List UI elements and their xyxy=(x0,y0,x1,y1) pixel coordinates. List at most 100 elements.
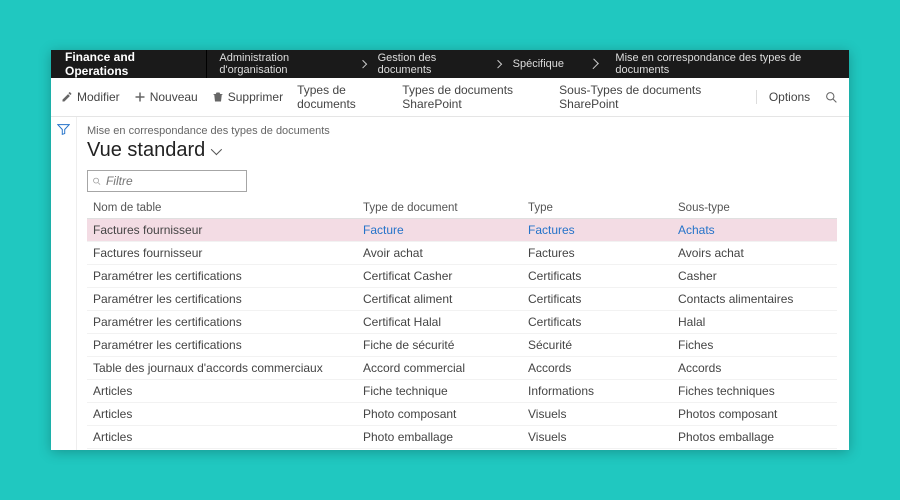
filter-input-wrapper[interactable] xyxy=(87,170,247,192)
table-row[interactable]: Paramétrer les certificationsCertificat … xyxy=(87,265,837,288)
cell[interactable]: Accords xyxy=(672,357,837,380)
cell[interactable]: Documents de bord xyxy=(522,449,672,451)
cell[interactable]: Certificats xyxy=(522,288,672,311)
cell[interactable]: Fiches techniques xyxy=(672,380,837,403)
delete-label: Supprimer xyxy=(228,90,283,104)
col-header[interactable]: Type de document xyxy=(357,198,522,219)
action-toolbar: Modifier Nouveau Supprimer Types de docu… xyxy=(51,78,849,117)
pencil-icon xyxy=(61,91,73,103)
subtypes-sp-button[interactable]: Sous-Types de documents SharePoint xyxy=(559,83,728,111)
table-row[interactable]: Paramétrer les certificationsCertificat … xyxy=(87,311,837,334)
cell[interactable]: Articles xyxy=(87,426,357,449)
grid-body: Factures fournisseurFactureFacturesAchat… xyxy=(87,219,837,451)
table-row[interactable]: ArticlesFiche techniqueInformationsFiche… xyxy=(87,380,837,403)
cell[interactable]: Articles xyxy=(87,403,357,426)
edit-button[interactable]: Modifier xyxy=(61,90,120,104)
cell[interactable]: Sécurité xyxy=(522,334,672,357)
cell[interactable]: Visuels xyxy=(522,426,672,449)
search-icon xyxy=(825,91,838,104)
cell[interactable]: Articles xyxy=(87,380,357,403)
app-window: Finance and Operations Administration d'… xyxy=(51,50,849,450)
table-row[interactable]: Paramétrer les certificationsCertificat … xyxy=(87,288,837,311)
cell[interactable]: Certificats xyxy=(522,265,672,288)
grid-header: Nom de table Type de document Type Sous-… xyxy=(87,198,837,219)
trash-icon xyxy=(212,91,224,103)
cell[interactable]: Certificats xyxy=(522,311,672,334)
options-button[interactable]: Options xyxy=(756,90,810,104)
search-icon xyxy=(92,176,102,187)
new-label: Nouveau xyxy=(150,90,198,104)
breadcrumb-item[interactable]: Administration d'organisation xyxy=(219,52,348,76)
col-header[interactable]: Sous-type xyxy=(672,198,837,219)
cell[interactable]: Photos composant xyxy=(672,403,837,426)
chevron-right-icon xyxy=(494,60,502,68)
cell[interactable]: Certificat Casher xyxy=(357,265,522,288)
col-header[interactable]: Type xyxy=(522,198,672,219)
view-title-text: Vue standard xyxy=(87,139,205,162)
cell[interactable]: Fiche technique xyxy=(357,380,522,403)
new-button[interactable]: Nouveau xyxy=(134,90,198,104)
cell[interactable]: Halal xyxy=(672,311,837,334)
cell[interactable]: Contacts alimentaires xyxy=(672,288,837,311)
search-button[interactable] xyxy=(824,88,839,106)
breadcrumb-item[interactable]: Gestion des documents xyxy=(378,52,484,76)
filter-input[interactable] xyxy=(106,174,242,188)
cell[interactable]: Photos emballage xyxy=(672,426,837,449)
cell[interactable]: Photo composant xyxy=(357,403,522,426)
cell[interactable]: Bons de livraison xyxy=(672,449,837,451)
edit-label: Modifier xyxy=(77,90,120,104)
cell[interactable]: Certificat aliment xyxy=(357,288,522,311)
table-row[interactable]: Accusés de réceptions de produits fourni… xyxy=(87,449,837,451)
chevron-down-icon xyxy=(211,143,222,154)
cell[interactable]: Accord commercial xyxy=(357,357,522,380)
view-switcher[interactable]: Vue standard xyxy=(87,139,837,162)
cell[interactable]: Bon de livraison xyxy=(357,449,522,451)
content-area: Mise en correspondance des types de docu… xyxy=(51,117,849,450)
cell[interactable]: Paramétrer les certifications xyxy=(87,288,357,311)
cell[interactable]: Photo emballage xyxy=(357,426,522,449)
filter-rail xyxy=(51,117,77,450)
table-row[interactable]: ArticlesPhoto emballageVisuelsPhotos emb… xyxy=(87,426,837,449)
top-nav-bar: Finance and Operations Administration d'… xyxy=(51,50,849,78)
cell[interactable]: Casher xyxy=(672,265,837,288)
funnel-icon[interactable] xyxy=(57,123,70,450)
cell[interactable]: Paramétrer les certifications xyxy=(87,311,357,334)
table-row[interactable]: Table des journaux d'accords commerciaux… xyxy=(87,357,837,380)
cell[interactable]: Certificat Halal xyxy=(357,311,522,334)
delete-button[interactable]: Supprimer xyxy=(212,90,283,104)
cell[interactable]: Visuels xyxy=(522,403,672,426)
table-row[interactable]: Paramétrer les certificationsFiche de sé… xyxy=(87,334,837,357)
doctypes-sp-button[interactable]: Types de documents SharePoint xyxy=(402,83,545,111)
cell[interactable]: Informations xyxy=(522,380,672,403)
table-row[interactable]: Factures fournisseurFactureFacturesAchat… xyxy=(87,219,837,242)
page-subtitle: Mise en correspondance des types de docu… xyxy=(87,125,837,137)
cell[interactable]: Accusés de réceptions de produits fourni… xyxy=(87,449,357,451)
chevron-right-icon xyxy=(588,59,599,70)
cell[interactable]: Factures xyxy=(522,242,672,265)
chevron-right-icon xyxy=(359,60,367,68)
data-grid[interactable]: Nom de table Type de document Type Sous-… xyxy=(87,198,837,450)
cell[interactable]: Facture xyxy=(357,219,522,242)
cell[interactable]: Fiche de sécurité xyxy=(357,334,522,357)
main-panel: Mise en correspondance des types de docu… xyxy=(77,117,849,450)
cell[interactable]: Accords xyxy=(522,357,672,380)
cell[interactable]: Avoirs achat xyxy=(672,242,837,265)
breadcrumb-current: Mise en correspondance des types de docu… xyxy=(615,52,837,76)
cell[interactable]: Paramétrer les certifications xyxy=(87,265,357,288)
cell[interactable]: Fiches xyxy=(672,334,837,357)
cell[interactable]: Factures fournisseur xyxy=(87,242,357,265)
doctypes-button[interactable]: Types de documents xyxy=(297,83,388,111)
cell[interactable]: Paramétrer les certifications xyxy=(87,334,357,357)
cell[interactable]: Avoir achat xyxy=(357,242,522,265)
cell[interactable]: Table des journaux d'accords commerciaux xyxy=(87,357,357,380)
cell[interactable]: Achats xyxy=(672,219,837,242)
cell[interactable]: Factures xyxy=(522,219,672,242)
brand-label: Finance and Operations xyxy=(51,50,207,78)
plus-icon xyxy=(134,91,146,103)
cell[interactable]: Factures fournisseur xyxy=(87,219,357,242)
breadcrumb: Administration d'organisation Gestion de… xyxy=(207,52,849,76)
breadcrumb-item[interactable]: Spécifique xyxy=(513,58,564,70)
col-header[interactable]: Nom de table xyxy=(87,198,357,219)
table-row[interactable]: Factures fournisseurAvoir achatFacturesA… xyxy=(87,242,837,265)
table-row[interactable]: ArticlesPhoto composantVisuelsPhotos com… xyxy=(87,403,837,426)
